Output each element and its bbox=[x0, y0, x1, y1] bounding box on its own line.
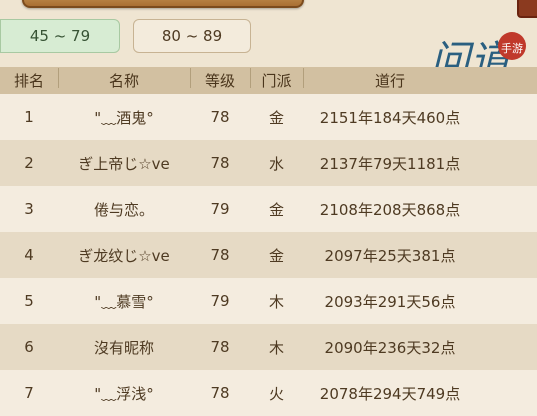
header-dao: 道行 bbox=[303, 68, 477, 91]
name-cell: ぎ上帝じ☆ve bbox=[78, 154, 170, 173]
rank-cell: 4 bbox=[24, 246, 34, 264]
name-cell: "﹏酒鬼° bbox=[94, 108, 154, 127]
table-header: 排名 名称 等级 门派 道行 bbox=[0, 67, 537, 94]
level-cell: 79 bbox=[210, 292, 230, 310]
table-row[interactable]: 3 倦与恋。 79 金 2108年208天868点 bbox=[0, 186, 537, 232]
rank-cell: 3 bbox=[24, 200, 34, 218]
header-rank: 排名 bbox=[13, 72, 44, 90]
table-row[interactable]: 4 ぎ龙纹じ☆ve 78 金 2097年25天381点 bbox=[0, 232, 537, 278]
faction-cell: 木 bbox=[268, 338, 284, 357]
ranking-table: 排名 名称 等级 门派 道行 1 "﹏酒鬼° 78 金 2151年184天460… bbox=[0, 67, 537, 416]
level-cell: 78 bbox=[210, 384, 230, 402]
dao-cell: 2151年184天460点 bbox=[319, 108, 461, 127]
table-row[interactable]: 2 ぎ上帝じ☆ve 78 水 2137年79天1181点 bbox=[0, 140, 537, 186]
faction-cell: 金 bbox=[268, 246, 284, 265]
table-row[interactable]: 7 "﹏浮浅° 78 火 2078年294天749点 bbox=[0, 370, 537, 416]
header-level: 等级 bbox=[190, 68, 250, 91]
faction-cell: 金 bbox=[268, 200, 284, 219]
header-name: 名称 bbox=[58, 68, 190, 91]
rank-cell: 5 bbox=[24, 292, 34, 310]
dao-cell: 2137年79天1181点 bbox=[319, 154, 461, 173]
level-cell: 78 bbox=[210, 108, 230, 126]
table-row[interactable]: 5 "﹏慕雪° 79 木 2093年291天56点 bbox=[0, 278, 537, 324]
level-cell: 79 bbox=[210, 200, 230, 218]
faction-cell: 火 bbox=[268, 384, 284, 403]
top-banner bbox=[22, 0, 304, 8]
name-cell: ぎ龙纹じ☆ve bbox=[78, 246, 170, 265]
level-cell: 78 bbox=[210, 246, 230, 264]
rank-cell: 1 bbox=[24, 108, 34, 126]
tab-range-80-89[interactable]: 80 ~ 89 bbox=[133, 19, 251, 53]
tab-range-45-79[interactable]: 45 ~ 79 bbox=[0, 19, 120, 53]
table-row[interactable]: 1 "﹏酒鬼° 78 金 2151年184天460点 bbox=[0, 94, 537, 140]
dao-cell: 2097年25天381点 bbox=[324, 246, 456, 265]
rank-cell: 2 bbox=[24, 154, 34, 172]
faction-cell: 水 bbox=[268, 154, 284, 173]
rank-cell: 7 bbox=[24, 384, 34, 402]
svg-text:手游: 手游 bbox=[501, 41, 523, 55]
dao-cell: 2108年208天868点 bbox=[319, 200, 461, 219]
dao-cell: 2078年294天749点 bbox=[319, 384, 461, 403]
dao-cell: 2090年236天32点 bbox=[324, 338, 456, 357]
level-cell: 78 bbox=[210, 154, 230, 172]
header-faction: 门派 bbox=[250, 68, 303, 91]
name-cell: "﹏慕雪° bbox=[94, 292, 154, 311]
faction-cell: 金 bbox=[268, 108, 284, 127]
level-cell: 78 bbox=[210, 338, 230, 356]
name-cell: "﹏浮浅° bbox=[94, 384, 154, 403]
name-cell: 倦与恋。 bbox=[93, 200, 154, 219]
dao-cell: 2093年291天56点 bbox=[324, 292, 456, 311]
faction-cell: 木 bbox=[268, 292, 284, 311]
table-row[interactable]: 6 沒有昵称 78 木 2090年236天32点 bbox=[0, 324, 537, 370]
rank-cell: 6 bbox=[24, 338, 34, 356]
name-cell: 沒有昵称 bbox=[93, 338, 154, 357]
